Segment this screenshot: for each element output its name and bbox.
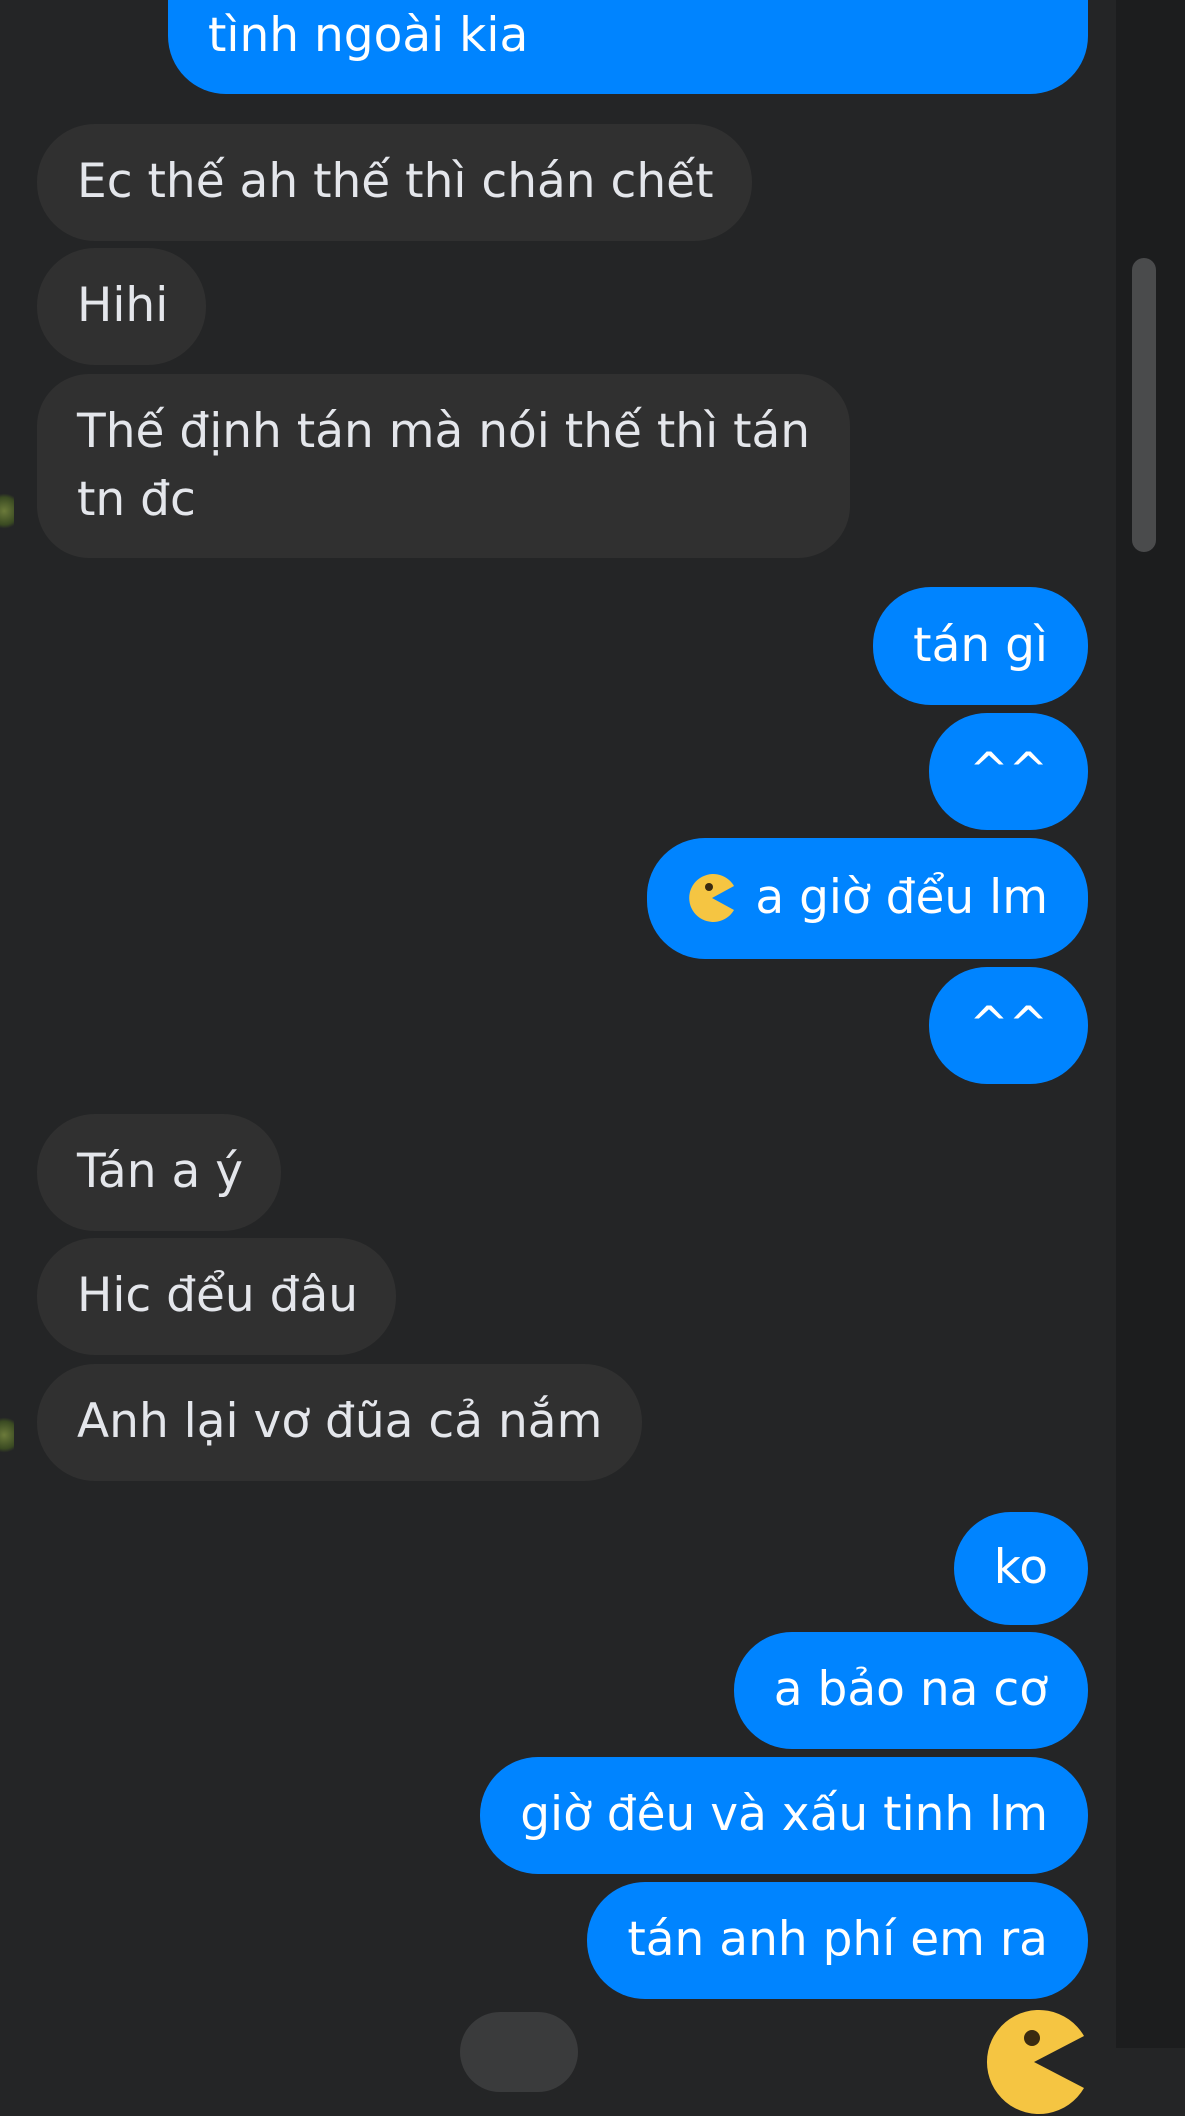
contact-avatar[interactable] <box>0 488 14 534</box>
outgoing-message[interactable]: ko <box>953 1512 1088 1625</box>
message-text: ko <box>993 1540 1048 1595</box>
message-text-line: Thế định tán mà nói thế thì tán <box>77 404 811 459</box>
message-text-line: tn đc <box>77 472 196 527</box>
outgoing-message[interactable]: ^^ <box>929 713 1088 830</box>
scroll-to-bottom-button[interactable] <box>460 2012 578 2092</box>
message-text: tán gì <box>913 618 1048 673</box>
outgoing-message[interactable]: ^^ <box>929 967 1088 1084</box>
incoming-message[interactable]: Anh lại vơ đũa cả nắm <box>37 1364 643 1481</box>
incoming-message[interactable]: Thế định tán mà nói thế thì tán tn đc <box>37 374 851 558</box>
message-text: giờ đêu và xấu tinh lm <box>520 1787 1048 1842</box>
outgoing-message[interactable]: a giờ đểu lm <box>647 838 1088 959</box>
outgoing-message[interactable]: tán gì <box>873 587 1088 705</box>
message-text: Ec thế ah thế thì chán chết <box>77 154 714 209</box>
pacman-reaction-icon[interactable] <box>980 2008 1088 2116</box>
outgoing-message[interactable]: tán anh phí em ra <box>587 1882 1088 1999</box>
message-text: a giờ đểu lm <box>755 870 1048 925</box>
incoming-message[interactable]: Ec thế ah thế thì chán chết <box>37 124 752 241</box>
outgoing-message[interactable]: a bảo na cơ <box>733 1632 1088 1749</box>
incoming-message[interactable]: Tán a ý <box>37 1114 282 1231</box>
message-text: tán anh phí em ra <box>627 1912 1048 1967</box>
message-text: Hihi <box>77 278 169 333</box>
scrollbar-thumb[interactable] <box>1132 258 1156 552</box>
outgoing-message[interactable]: tình ngoài kia <box>168 0 1088 94</box>
contact-avatar[interactable] <box>0 1412 14 1458</box>
message-text: Hic đểu đâu <box>77 1268 359 1323</box>
message-text: ^^ <box>969 997 1048 1052</box>
message-text: tình ngoài kia <box>208 8 529 63</box>
message-text: ^^ <box>969 743 1048 798</box>
pacman-emoji-icon <box>689 873 735 922</box>
incoming-message[interactable]: Hic đểu đâu <box>37 1238 397 1355</box>
message-text: Tán a ý <box>77 1144 244 1199</box>
incoming-message[interactable]: Hihi <box>37 248 207 365</box>
outgoing-message[interactable]: giờ đêu và xấu tinh lm <box>480 1757 1088 1874</box>
message-text: a bảo na cơ <box>773 1662 1048 1717</box>
message-text: Anh lại vơ đũa cả nắm <box>77 1394 603 1449</box>
